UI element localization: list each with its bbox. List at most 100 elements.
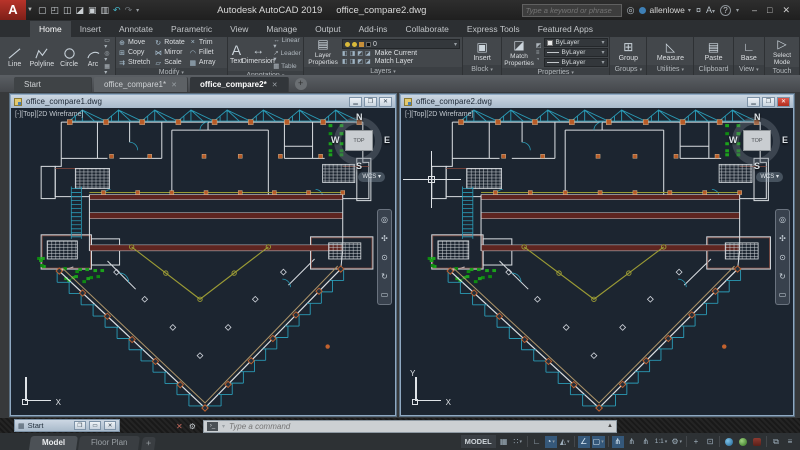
layout-tab-model[interactable]: Model	[29, 436, 78, 450]
scale-button[interactable]: ▱Scale	[154, 58, 185, 67]
layer-dropdown[interactable]: 0▾	[342, 39, 460, 49]
viewcube[interactable]: N E S W TOP	[333, 114, 387, 168]
viewport2-canvas[interactable]: [-][Top][2D Wireframe] N E S W TOP WCS ▾…	[401, 108, 793, 415]
close-tab-icon[interactable]: ✕	[272, 81, 278, 89]
binoculars-icon[interactable]: ◎	[627, 5, 635, 16]
block-panel-caption[interactable]: Block▾	[463, 65, 501, 75]
tab-collaborate[interactable]: Collaborate	[396, 21, 457, 37]
search-input[interactable]	[523, 6, 615, 15]
tab-express-tools[interactable]: Express Tools	[458, 21, 529, 37]
close-icon[interactable]: ✕	[777, 97, 790, 107]
new-layout-button[interactable]: +	[141, 437, 156, 450]
viewport-compare1[interactable]: office_compare1.dwg ▁ ❐ ✕ [-][Top][2D Wi…	[10, 94, 396, 416]
open-icon[interactable]: ◰	[50, 5, 59, 16]
signin-button[interactable]: allenlowe ▾	[639, 5, 690, 15]
save-as-icon[interactable]: ◪	[76, 5, 85, 16]
navigation-bar[interactable]: ◎ ✣ ⊙ ↻ ▭	[775, 209, 790, 305]
minimize-icon[interactable]: ▁	[747, 97, 760, 107]
selection-filter-icon[interactable]: ⊡	[704, 436, 716, 448]
pan-icon[interactable]: ✣	[779, 234, 786, 243]
close-commandline-icon[interactable]: ✕	[176, 422, 183, 431]
layout-tab-floorplan[interactable]: Floor Plan	[78, 436, 140, 450]
viewcube-top-face[interactable]: TOP	[345, 130, 373, 151]
tab-annotate[interactable]: Annotate	[110, 21, 162, 37]
wcs-dropdown[interactable]: WCS ▾	[358, 172, 385, 182]
array-button[interactable]: ▦Array	[189, 58, 216, 67]
stretch-button[interactable]: ⇉Stretch	[118, 58, 150, 67]
snap-mode-icon[interactable]: ∷▾	[512, 436, 524, 448]
circle-button[interactable]: Circle	[57, 47, 82, 68]
tab-view[interactable]: View	[221, 21, 257, 37]
osnap-tracking-icon[interactable]: ∠	[578, 436, 590, 448]
workspace-icon[interactable]: ⚙▾	[670, 436, 683, 448]
exchange-icon[interactable]: A▾	[706, 5, 715, 15]
autocad-logo-icon[interactable]: A	[0, 0, 26, 20]
isodraft-icon[interactable]: ◭▾	[559, 436, 571, 448]
maximize-icon[interactable]: □	[767, 5, 772, 16]
fillet-button[interactable]: ◠Fillet	[189, 48, 216, 57]
maximize-icon[interactable]: ▭	[89, 421, 101, 430]
match-layer-button[interactable]: ◧◨◩◪ Match Layer	[342, 58, 460, 65]
move-button[interactable]: ⊕Move	[118, 38, 150, 47]
trim-button[interactable]: ×Trim	[189, 38, 216, 47]
autoscale-icon[interactable]: ⋔	[626, 436, 638, 448]
steering-wheel-icon[interactable]: ◎	[779, 215, 786, 224]
tab-manage[interactable]: Manage	[257, 21, 306, 37]
restore-icon[interactable]: ❐	[364, 97, 377, 107]
minimize-icon[interactable]: ▁	[349, 97, 362, 107]
tab-output[interactable]: Output	[306, 21, 350, 37]
restore-icon[interactable]: ❐	[74, 421, 86, 430]
table-button[interactable]: ▦ Table	[273, 64, 301, 70]
leader-button[interactable]: ↗ Leader ▾	[273, 51, 301, 63]
wcs-dropdown[interactable]: WCS ▾	[756, 172, 783, 182]
tab-featured-apps[interactable]: Featured Apps	[529, 21, 602, 37]
line-button[interactable]: Line	[2, 47, 27, 68]
annotation-monitor-icon[interactable]	[737, 436, 749, 448]
pan-icon[interactable]: ✣	[381, 234, 388, 243]
showmotion-icon[interactable]: ▭	[381, 290, 389, 299]
minimize-icon[interactable]: –	[752, 5, 757, 16]
search-box[interactable]	[522, 4, 622, 17]
model-space-button[interactable]: MODEL	[461, 435, 496, 448]
groups-panel-caption[interactable]: Groups▾	[610, 65, 646, 75]
scale-value-button[interactable]: 1:1▾	[654, 436, 669, 448]
help-icon[interactable]: ?	[720, 5, 731, 16]
file-tab-compare1[interactable]: office_compare1*✕	[94, 77, 188, 92]
lineweight-dropdown[interactable]: ByLayer▾	[544, 48, 608, 57]
plus-icon[interactable]: +	[690, 436, 702, 448]
view-panel-caption[interactable]: View▾	[734, 65, 764, 75]
viewcube-top-face[interactable]: TOP	[743, 130, 771, 151]
restore-icon[interactable]: ❐	[762, 97, 775, 107]
base-button[interactable]: ∟ Base	[736, 41, 762, 62]
isolate-objects-icon[interactable]	[751, 436, 763, 448]
viewport-controls-label[interactable]: [-][Top][2D Wireframe]	[15, 111, 83, 118]
close-icon[interactable]: ✕	[104, 421, 116, 430]
save-icon[interactable]: ◫	[63, 5, 72, 16]
customize-commandline-icon[interactable]: ⚙	[189, 422, 196, 431]
mirror-button[interactable]: ⋈Mirror	[154, 48, 185, 57]
viewport-compare2[interactable]: office_compare2.dwg ▁ ❐ ✕ [-][Top][2D Wi…	[400, 94, 794, 416]
object-snap-icon[interactable]: ▢▾	[592, 436, 605, 448]
plot-icon[interactable]: ▣	[88, 5, 97, 16]
viewport-controls-label[interactable]: [-][Top][2D Wireframe]	[405, 111, 473, 118]
insert-button[interactable]: ▣ Insert	[468, 41, 496, 62]
dimension-button[interactable]: ↔ Dimension	[245, 44, 271, 65]
close-icon[interactable]: ✕	[782, 5, 790, 16]
help-dropdown-icon[interactable]: ▾	[736, 7, 739, 14]
new-tab-button[interactable]: +	[295, 78, 307, 90]
file-tab-compare2[interactable]: office_compare2*✕	[190, 77, 289, 92]
tab-insert[interactable]: Insert	[71, 21, 110, 37]
draw-extra-icons[interactable]: ▭ ▾◎ ▾▦ ▾	[104, 38, 113, 76]
minimized-start-window[interactable]: ▦ Start ❐ ▭ ✕	[14, 419, 120, 432]
measure-button[interactable]: ◺ Measure	[654, 41, 686, 62]
arc-button[interactable]: Arc	[84, 47, 103, 68]
color-dropdown[interactable]: ByLayer▾	[544, 38, 608, 47]
copy-button[interactable]: ⊞Copy	[118, 48, 150, 57]
logo-dropdown-icon[interactable]: ▼	[27, 7, 33, 13]
polyline-button[interactable]: Polyline	[29, 47, 54, 68]
qat-dropdown-icon[interactable]: ▾	[136, 7, 139, 14]
tab-home[interactable]: Home	[30, 21, 71, 37]
redo-icon[interactable]: ↷	[125, 5, 133, 16]
grid-display-icon[interactable]: ▦	[498, 436, 510, 448]
navigation-bar[interactable]: ◎ ✣ ⊙ ↻ ▭	[377, 209, 392, 305]
